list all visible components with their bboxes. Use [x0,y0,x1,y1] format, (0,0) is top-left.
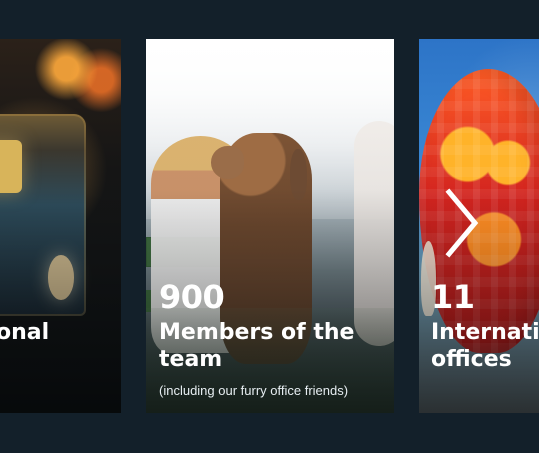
stat-headline: Internati offices [431,319,539,373]
card-shade [0,39,121,413]
card-headline: onal [0,320,50,345]
card-copy: onal [0,319,121,346]
card-copy: 900 Members of the team (including our f… [159,281,384,399]
next-slide-button[interactable] [441,188,481,258]
headline-line-1: Internati [431,320,539,345]
stat-number: 11 [431,278,475,316]
stat-card-center: 900 Members of the team (including our f… [146,39,394,413]
stat-subtext: (including our furry office friends) [159,383,349,399]
chevron-right-icon [445,188,479,258]
stat-number: 900 [159,278,225,316]
headline-line-2: team [159,347,223,373]
stat-card-left: onal [0,39,121,413]
stats-carousel: onal 900 Members of the team (including … [0,0,539,453]
headline-line-1: Members of the [159,320,355,345]
headline-line-2: offices [431,347,512,373]
stat-headline: Members of the team [159,319,384,373]
card-copy: 11 Internati offices [431,281,539,373]
